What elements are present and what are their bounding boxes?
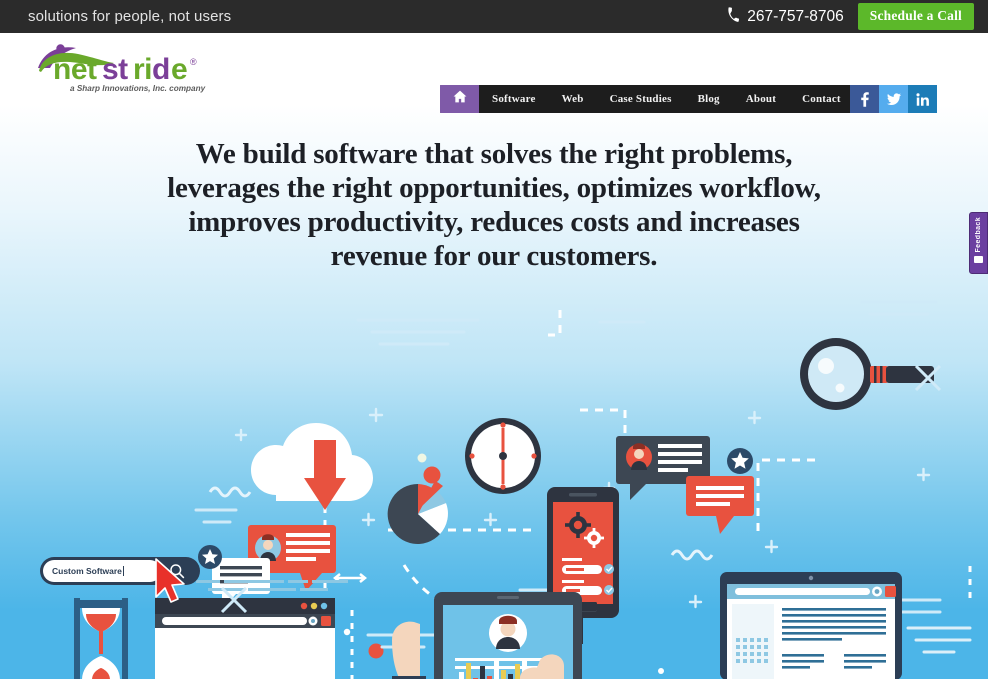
magnifying-glass (800, 338, 934, 410)
main-navigation: Software Web Case Studies Blog About Con… (440, 85, 854, 113)
top-utility-bar: solutions for people, not users 267-757-… (0, 0, 988, 33)
linkedin-icon[interactable] (908, 85, 937, 113)
star-badge (727, 448, 753, 474)
svg-text:net: net (53, 53, 97, 86)
nav-item-contact[interactable]: Contact (789, 85, 854, 113)
facebook-icon[interactable] (850, 85, 879, 113)
feedback-tab[interactable]: Feedback (969, 212, 988, 274)
laptop-browser-window (720, 572, 902, 679)
nav-item-software[interactable]: Software (479, 85, 549, 113)
decor-lines (906, 626, 972, 654)
site-header: net st ri d e ® a Sharp Innovations, Inc… (0, 33, 988, 113)
nav-home-button[interactable] (440, 85, 479, 113)
search-input[interactable]: Custom Software (43, 560, 161, 582)
mouse-pointer-icon (152, 557, 192, 610)
home-icon (453, 90, 467, 108)
hero-section: We build software that solves the right … (0, 105, 988, 679)
social-links (850, 85, 937, 113)
pie-chart (387, 481, 448, 544)
hero-illustration (74, 300, 972, 679)
phone-icon (725, 7, 742, 26)
analog-clock (465, 418, 541, 494)
decor-dot (658, 668, 664, 674)
hand-holding-tablet (392, 621, 426, 679)
nav-item-web[interactable]: Web (549, 85, 597, 113)
svg-text:®: ® (190, 57, 197, 67)
decor-dot (423, 466, 441, 484)
nav-item-about[interactable]: About (733, 85, 789, 113)
topbar-right-group: 267-757-8706 Schedule a Call (726, 3, 974, 30)
phone-link[interactable]: 267-757-8706 (725, 7, 844, 26)
search-input-value: Custom Software (52, 566, 122, 576)
nav-item-case-studies[interactable]: Case Studies (597, 85, 685, 113)
feedback-label: Feedback (975, 217, 982, 253)
red-chat-bubble (686, 476, 754, 534)
cloud-download-icon (251, 423, 373, 510)
svg-text:d: d (152, 53, 170, 86)
feedback-icon (974, 255, 983, 263)
text-caret (122, 566, 124, 576)
svg-text:e: e (171, 53, 187, 86)
netstride-logo: net st ri d e ® a Sharp Innovations, Inc… (38, 44, 206, 93)
phone-number: 267-757-8706 (747, 7, 844, 25)
decor-dot (417, 453, 427, 463)
svg-text:ri: ri (133, 53, 152, 86)
svg-text:a Sharp Innovations, Inc. comp: a Sharp Innovations, Inc. company (70, 84, 206, 93)
twitter-icon[interactable] (879, 85, 908, 113)
site-tagline: solutions for people, not users (28, 8, 232, 25)
nav-item-blog[interactable]: Blog (685, 85, 733, 113)
hero-headline: We build software that solves the right … (167, 138, 821, 272)
hourglass (74, 598, 128, 679)
svg-text:st: st (102, 53, 128, 86)
decor-dot (343, 628, 351, 636)
schedule-a-call-button[interactable]: Schedule a Call (857, 3, 974, 30)
logo-link[interactable]: net st ri d e ® a Sharp Innovations, Inc… (36, 41, 211, 97)
